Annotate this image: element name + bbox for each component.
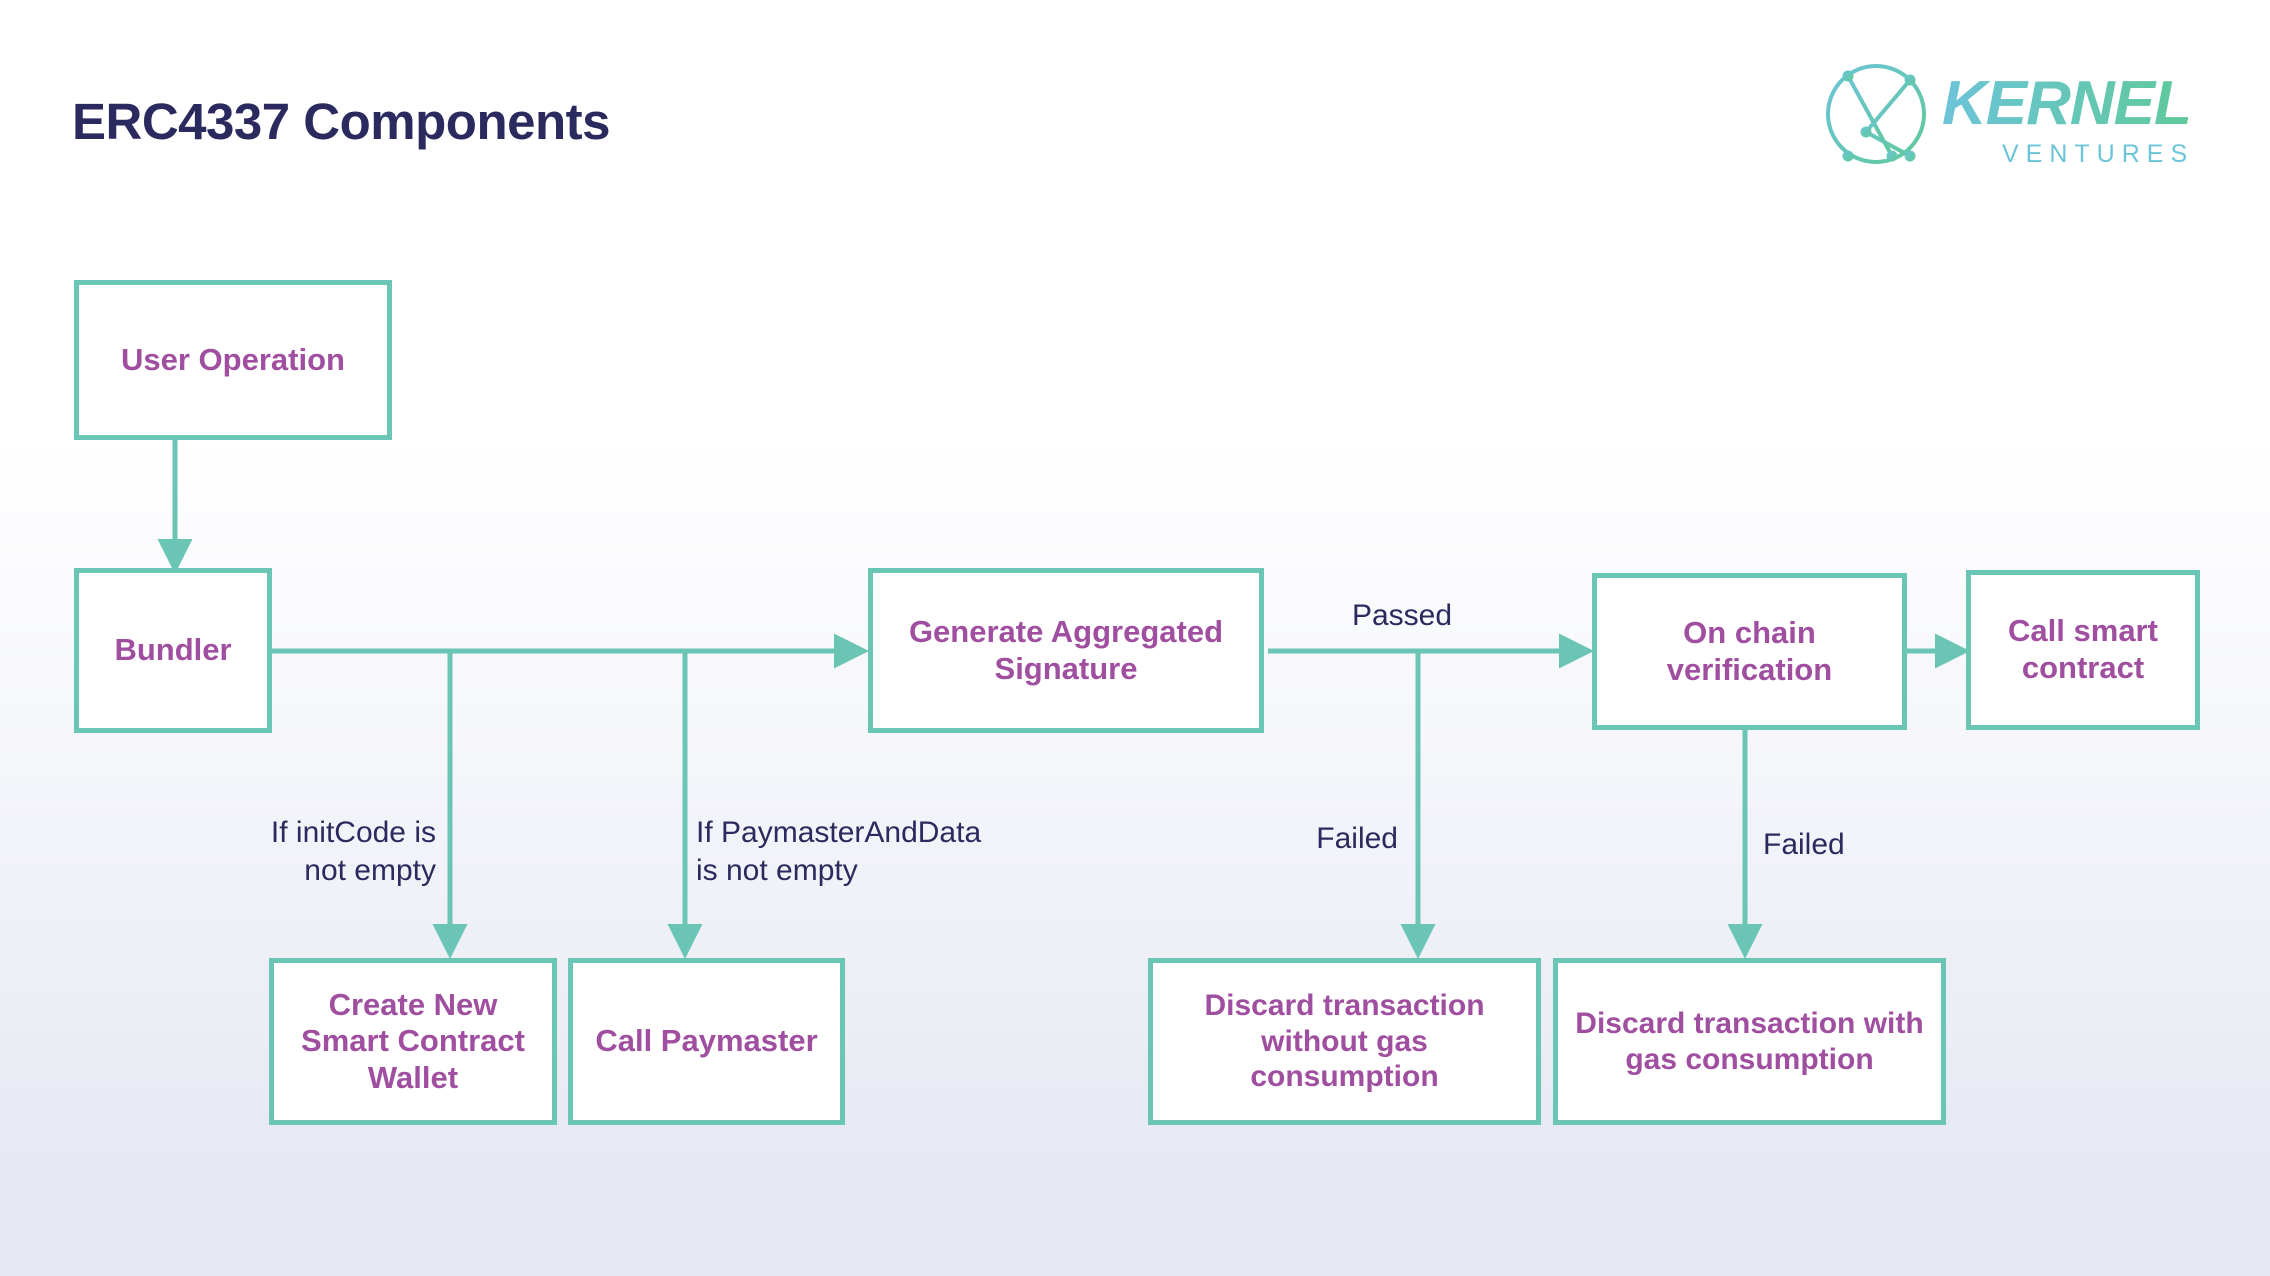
node-call-smart-contract-label: Call smart contract	[2008, 613, 2158, 685]
logo-name: KERNEL	[1942, 69, 2191, 138]
edge-label-failed-signature: Failed	[1316, 822, 1398, 855]
node-discard-without-gas-label: Discard transaction without gas consumpt…	[1204, 989, 1485, 1094]
node-create-new-smart-contract-wallet-label: Create New Smart Contract Wallet	[301, 986, 525, 1095]
page-title: ERC4337 Components	[72, 93, 610, 150]
node-bundler[interactable]: Bundler	[74, 568, 272, 733]
node-discard-without-gas[interactable]: Discard transaction without gas consumpt…	[1148, 958, 1541, 1125]
node-user-operation[interactable]: User Operation	[74, 280, 392, 440]
node-on-chain-verification-label: On chain verification	[1666, 614, 1833, 687]
kernel-ventures-logo: KERNEL VENTURES	[1822, 58, 2200, 176]
logo-subtitle: VENTURES	[2002, 140, 2194, 168]
slide-canvas: ERC4337 Components KERNEL VENTURES User …	[0, 0, 2270, 1276]
node-discard-with-gas-label: Discard transaction with gas consumption	[1575, 1007, 1924, 1076]
node-generate-aggregated-signature[interactable]: Generate Aggregated Signature	[868, 568, 1264, 733]
edge-label-passed: Passed	[1351, 599, 1453, 632]
node-call-smart-contract[interactable]: Call smart contract	[1966, 570, 2200, 730]
node-on-chain-verification[interactable]: On chain verification	[1592, 573, 1907, 730]
node-discard-with-gas[interactable]: Discard transaction with gas consumption	[1553, 958, 1946, 1125]
node-call-paymaster[interactable]: Call Paymaster	[568, 958, 845, 1125]
kernel-k-circle-icon	[1826, 64, 1926, 164]
edge-label-if-init-code: If initCode is not empty	[270, 816, 436, 887]
node-create-new-smart-contract-wallet[interactable]: Create New Smart Contract Wallet	[269, 958, 557, 1125]
kernel-wordmark: KERNEL VENTURES	[1942, 69, 2194, 168]
node-call-paymaster-label: Call Paymaster	[595, 1023, 818, 1059]
edge-label-if-paymaster: If PaymasterAndData is not empty	[696, 816, 982, 887]
node-user-operation-label: User Operation	[121, 341, 345, 377]
node-generate-aggregated-signature-label: Generate Aggregated Signature	[908, 613, 1224, 686]
node-bundler-label: Bundler	[114, 632, 232, 668]
edge-label-failed-verification: Failed	[1763, 828, 1845, 861]
